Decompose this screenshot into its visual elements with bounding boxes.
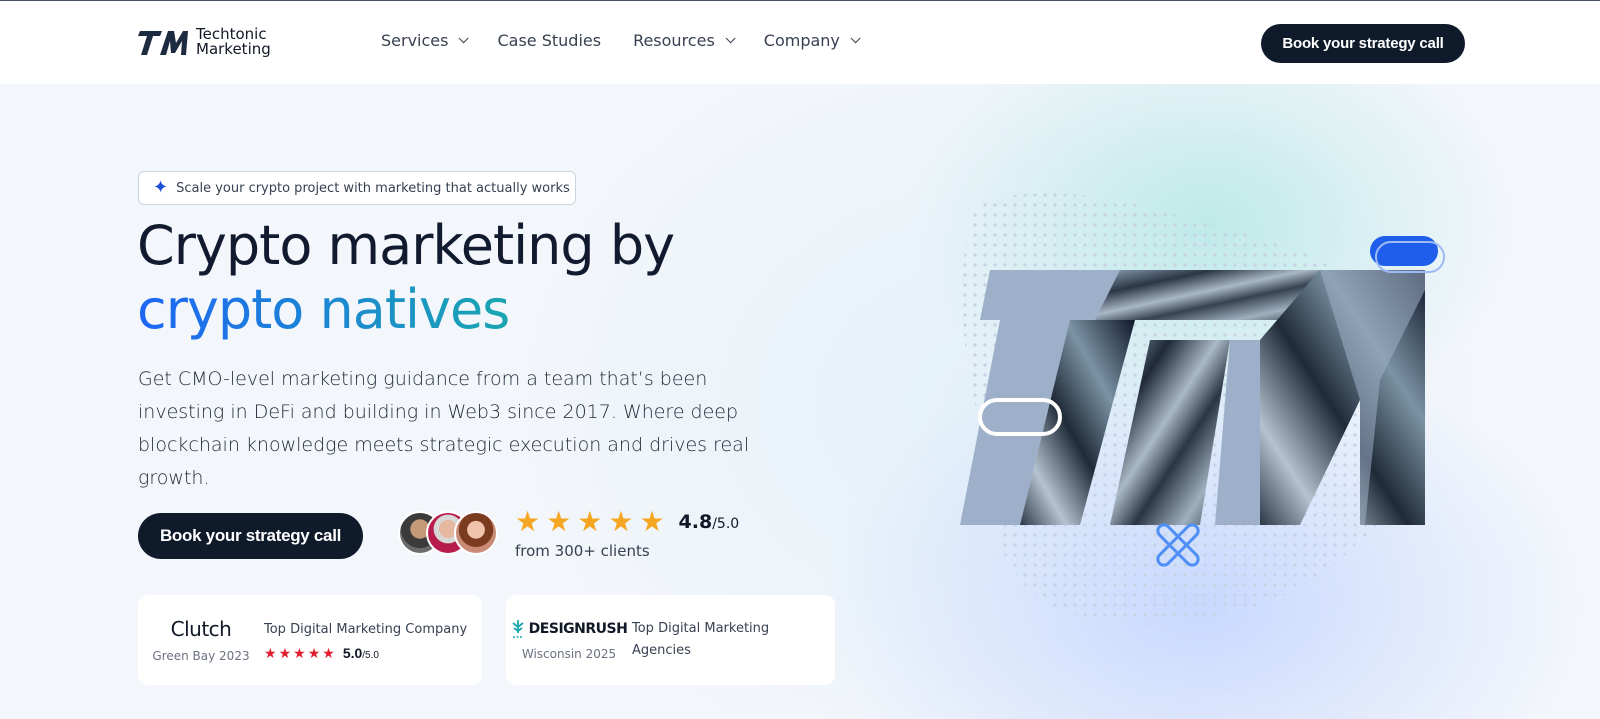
rating-subtitle: from 300+ clients [515, 542, 650, 560]
star-icon: ★ [546, 506, 572, 537]
clutch-logo: Clutch [170, 617, 232, 641]
tm-hero-illustration [960, 193, 1445, 626]
main-nav: Services Case Studies Resources Company [381, 31, 861, 50]
award-location: Green Bay 2023 [152, 649, 250, 663]
award-location: Wisconsin 2025 [521, 647, 617, 661]
hero-title: Crypto marketing by crypto natives [137, 214, 837, 342]
nav-resources-label: Resources [633, 31, 715, 50]
hero-title-line2: crypto natives [137, 278, 510, 341]
hero-description: Get CMO-level marketing guidance from a … [138, 368, 750, 489]
site-header: Techtonic Marketing Services Case Studie… [0, 1, 1600, 84]
hero-title-line1: Crypto marketing by [137, 214, 675, 277]
award-brand: Clutch Green Bay 2023 [138, 617, 264, 663]
star-icon: ★ [278, 645, 292, 661]
client-avatars [398, 511, 502, 555]
award-score-value: 5.0 [342, 645, 363, 661]
designrush-icon [512, 620, 524, 638]
award-card-designrush[interactable]: DESIGNRUSH Wisconsin 2025 Top Digital Ma… [506, 595, 835, 685]
nav-services-label: Services [381, 31, 449, 50]
hero-book-call-button[interactable]: Book your strategy call [138, 513, 363, 559]
nav-company-label: Company [763, 31, 840, 50]
brand-logo[interactable]: Techtonic Marketing [138, 27, 271, 57]
tm-logo-icon [138, 31, 188, 55]
designrush-brand-text: DESIGNRUSH [528, 621, 628, 637]
award-score: 5.0/5.0 [343, 645, 379, 661]
client-rating: ★ ★ ★ ★ ★ 4.8/5.0 from 300+ clients [515, 508, 739, 561]
rating-score: 4.8/5.0 [679, 511, 740, 533]
star-icon: ★ [264, 645, 277, 661]
star-icon: ★ [515, 506, 541, 537]
nav-case-studies[interactable]: Case Studies [497, 31, 601, 50]
chevron-down-icon [725, 33, 736, 44]
designrush-logo: DESIGNRUSH [506, 619, 632, 639]
star-icon: ★ [577, 506, 603, 537]
star-icon: ★ [293, 645, 306, 661]
star-icon: ★ [307, 645, 321, 661]
chevron-down-icon [459, 33, 470, 44]
nav-company[interactable]: Company [763, 31, 861, 50]
award-title: Top Digital Marketing Agencies [632, 621, 770, 658]
rating-stars: ★ ★ ★ ★ ★ 4.8/5.0 [515, 508, 739, 536]
nav-case-studies-label: Case Studies [497, 31, 602, 50]
star-icon: ★ [322, 645, 335, 661]
chevron-down-icon [850, 33, 861, 44]
brand-line2: Marketing [196, 40, 271, 58]
hero-tagline-text: Scale your crypto project with marketing… [176, 180, 570, 196]
avatar [454, 511, 498, 555]
star-icon: ★ [608, 506, 634, 537]
award-details: Top Digital Marketing Agencies [632, 618, 835, 662]
blue-pill-shape [1370, 236, 1438, 266]
brand-name: Techtonic Marketing [196, 27, 271, 57]
rating-score-value: 4.8 [678, 511, 713, 533]
rating-score-max: /5.0 [712, 516, 740, 532]
star-icon: ★ [639, 506, 665, 537]
sparkle-icon: ✦ [153, 177, 169, 198]
award-brand: DESIGNRUSH Wisconsin 2025 [506, 619, 632, 661]
award-score-max: /5.0 [362, 650, 379, 661]
award-title: Top Digital Marketing Company [264, 622, 468, 637]
award-stars: ★ ★ ★ ★ ★ 5.0/5.0 [264, 645, 470, 661]
award-details: Top Digital Marketing Company ★ ★ ★ ★ ★ … [264, 619, 482, 661]
nav-resources[interactable]: Resources [633, 31, 736, 50]
award-card-clutch[interactable]: Clutch Green Bay 2023 Top Digital Market… [138, 595, 482, 685]
header-book-call-button[interactable]: Book your strategy call [1261, 24, 1465, 63]
nav-services[interactable]: Services [381, 31, 470, 50]
hero-tagline-pill: ✦ Scale your crypto project with marketi… [138, 171, 576, 205]
